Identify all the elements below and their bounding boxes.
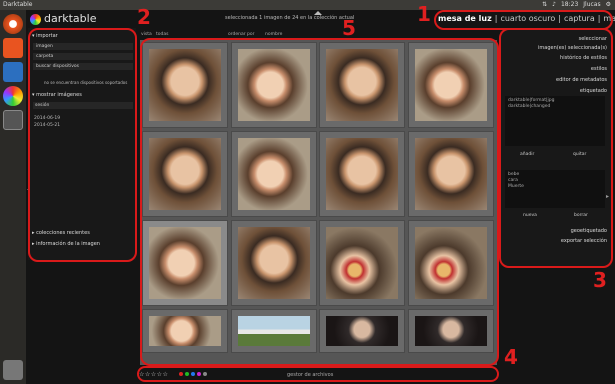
view-filter-select[interactable]: todas (156, 32, 168, 37)
power-icon[interactable]: ⚙ (606, 1, 611, 8)
user-name[interactable]: Jlucas (583, 1, 600, 8)
volume-icon[interactable]: ♪ (552, 1, 556, 8)
sort-label: ordenar por (228, 32, 255, 37)
view-filter-label: vista (141, 32, 152, 37)
darktable-launcher-icon[interactable] (3, 86, 23, 106)
annotation-frame-top (434, 10, 613, 30)
system-top-bar: Darktable ⇅ ♪ 18:23 Jlucas ⚙ (0, 0, 615, 10)
annotation-frame-center (140, 38, 499, 366)
selection-status: seleccionada 1 imagen de 24 en la colecc… (225, 15, 355, 21)
writer-icon[interactable] (3, 62, 23, 82)
annotation-number-2: 2 (137, 5, 151, 29)
collapse-top-icon[interactable] (314, 11, 322, 15)
annotation-number-4: 4 (504, 345, 518, 369)
trash-icon[interactable] (3, 360, 23, 380)
dash-home-icon[interactable] (3, 14, 23, 34)
launcher (0, 10, 26, 384)
annotation-frame-right (499, 28, 613, 268)
darktable-logo-icon (30, 14, 41, 25)
clock[interactable]: 18:23 (561, 1, 578, 8)
files-icon[interactable] (3, 38, 23, 58)
app-logo-text: darktable (44, 12, 97, 25)
workspaces-icon[interactable] (3, 110, 23, 130)
annotation-frame-bottom (137, 366, 499, 382)
system-tray: ⇅ ♪ 18:23 Jlucas ⚙ (542, 1, 611, 8)
annotation-number-5: 5 (342, 16, 356, 40)
sort-select[interactable]: nombre (265, 32, 282, 37)
network-icon[interactable]: ⇅ (542, 1, 547, 8)
annotation-frame-left (28, 28, 137, 262)
window-title: Darktable (3, 1, 33, 8)
annotation-number-1: 1 (417, 2, 431, 26)
annotation-number-3: 3 (593, 268, 607, 292)
